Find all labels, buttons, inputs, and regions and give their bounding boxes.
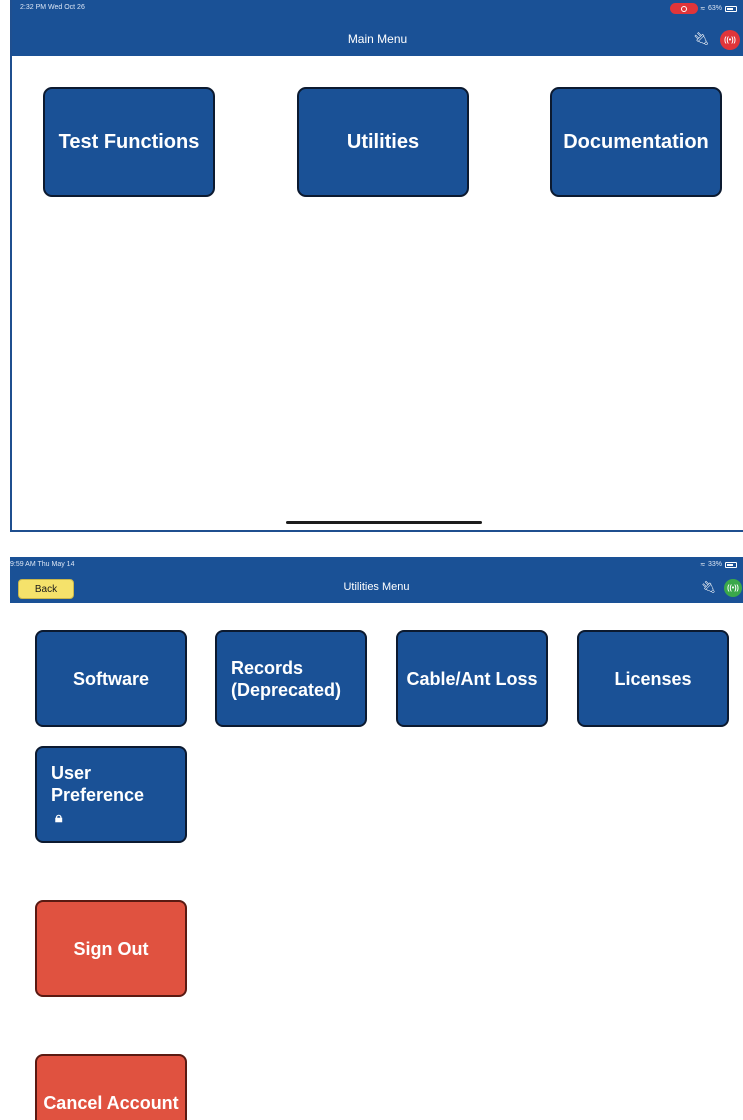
broadcast-icon[interactable]: ((•)) xyxy=(724,579,742,597)
licenses-button[interactable]: Licenses xyxy=(577,630,729,727)
cable-ant-loss-button[interactable]: Cable/Ant Loss xyxy=(396,630,548,727)
user-preference-button[interactable]: User Preference 🔒︎ xyxy=(35,746,187,843)
screen-recording-icon xyxy=(669,3,698,14)
wifi-icon: ≈ xyxy=(700,4,705,13)
status-time: 9:59 AM Thu May 14 xyxy=(10,561,75,568)
battery-icon xyxy=(725,561,737,568)
cancel-account-button[interactable]: Cancel Account xyxy=(35,1054,187,1120)
user-preference-label: User Preference xyxy=(51,762,145,805)
battery-percent: 63% xyxy=(707,5,722,12)
page-title: Main Menu xyxy=(347,32,408,46)
status-indicators: ≈ 63% xyxy=(669,3,737,14)
test-functions-button[interactable]: Test Functions xyxy=(43,87,215,197)
main-menu-header: 2:32 PM Wed Oct 26 ≈ 63% Main Menu 🔌︎ ((… xyxy=(12,0,743,56)
sign-out-button[interactable]: Sign Out xyxy=(35,900,187,997)
records-button[interactable]: Records (Deprecated) xyxy=(215,630,367,727)
lock-icon: 🔒︎ xyxy=(55,808,63,825)
status-time: 2:32 PM Wed Oct 26 xyxy=(20,4,85,11)
broadcast-icon[interactable]: ((•)) xyxy=(720,30,740,50)
plug-icon: 🔌︎ xyxy=(693,31,710,46)
battery-percent: 33% xyxy=(707,561,722,568)
plug-icon: 🔌︎ xyxy=(701,580,717,594)
main-menu-screen: 2:32 PM Wed Oct 26 ≈ 63% Main Menu 🔌︎ ((… xyxy=(10,0,743,532)
documentation-button[interactable]: Documentation xyxy=(550,87,722,197)
wifi-icon: ≈ xyxy=(700,560,705,569)
battery-icon xyxy=(725,5,737,12)
software-button[interactable]: Software xyxy=(35,630,187,727)
utilities-button[interactable]: Utilities xyxy=(297,87,469,197)
status-indicators: ≈ 33% xyxy=(701,560,737,569)
utilities-menu-screen: 9:59 AM Thu May 14 ≈ 33% Back Utilities … xyxy=(10,557,743,1120)
page-title: Utilities Menu xyxy=(343,581,410,593)
utilities-menu-header: 9:59 AM Thu May 14 ≈ 33% Back Utilities … xyxy=(10,557,743,603)
home-indicator[interactable] xyxy=(286,521,482,524)
